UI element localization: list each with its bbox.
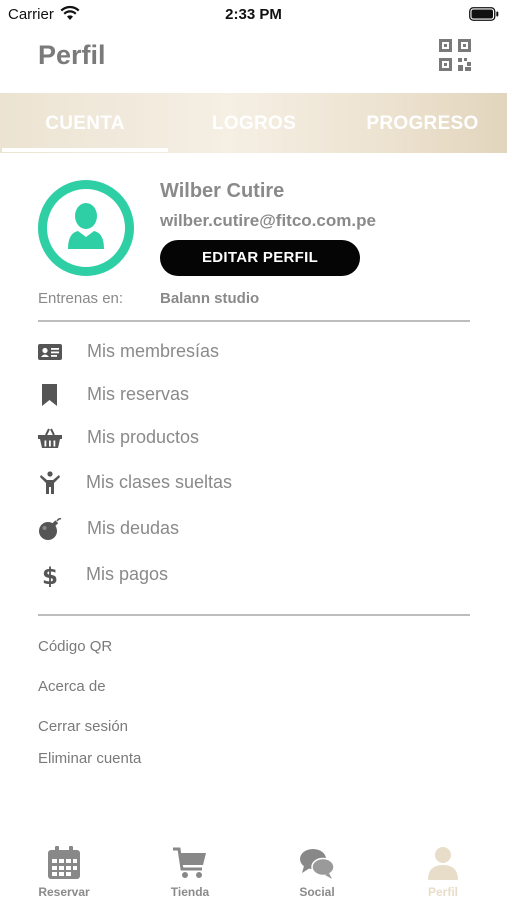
- menu-item-reservas[interactable]: Mis reservas: [38, 379, 470, 413]
- tab-logros[interactable]: LOGROS: [170, 93, 338, 153]
- id-card-icon: [38, 344, 62, 360]
- user-email: wilber.cutire@fitco.com.pe: [160, 211, 376, 230]
- menu-item-clases-sueltas[interactable]: Mis clases sueltas: [38, 467, 470, 501]
- basket-icon: [38, 428, 62, 448]
- dollar-icon: $: [42, 564, 58, 587]
- menu-label: Mis clases sueltas: [86, 472, 233, 492]
- nav-perfil[interactable]: Perfil: [383, 840, 503, 900]
- menu-item-deudas[interactable]: Mis deudas: [38, 513, 470, 547]
- nav-label: Perfil: [427, 885, 458, 899]
- user-name: Wilber Cutire: [160, 180, 285, 202]
- divider: [38, 320, 470, 322]
- menu-item-membresias[interactable]: Mis membresías: [38, 336, 470, 370]
- about-link[interactable]: Acerca de: [38, 678, 106, 695]
- logout-link[interactable]: Cerrar sesión: [38, 718, 128, 735]
- bookmark-icon: [42, 384, 57, 406]
- menu-label: Mis membresías: [87, 341, 220, 361]
- menu-item-productos[interactable]: Mis productos: [38, 422, 470, 456]
- bottom-nav: Reservar Tienda Social Perfil: [0, 840, 507, 900]
- tab-cuenta[interactable]: CUENTA: [0, 93, 170, 153]
- chat-bubbles-icon: [300, 849, 335, 879]
- user-silhouette-icon: [68, 203, 104, 249]
- edit-profile-button[interactable]: EDITAR PERFIL: [160, 240, 360, 276]
- bomb-icon: [39, 518, 62, 540]
- battery-icon: [469, 7, 499, 21]
- gym-label: Entrenas en:: [38, 290, 124, 307]
- calendar-icon: [48, 846, 80, 879]
- clock: 2:33 PM: [225, 6, 282, 23]
- user-icon: [428, 847, 458, 880]
- menu-label: Mis productos: [87, 427, 200, 447]
- qr-code-link[interactable]: Código QR: [38, 638, 112, 655]
- cart-icon: [173, 847, 206, 878]
- nav-label: Social: [299, 885, 335, 899]
- avatar[interactable]: [38, 180, 134, 276]
- menu-item-pagos[interactable]: $ Mis pagos: [38, 559, 470, 593]
- divider: [38, 614, 470, 616]
- nav-label: Reservar: [38, 885, 90, 899]
- gym-name: Balann studio: [160, 290, 260, 307]
- person-icon: [40, 471, 60, 494]
- delete-account-link[interactable]: Eliminar cuenta: [38, 750, 141, 767]
- nav-social[interactable]: Social: [257, 840, 377, 900]
- menu-label: Mis deudas: [87, 518, 180, 538]
- nav-reservar[interactable]: Reservar: [4, 840, 124, 900]
- menu-label: Mis pagos: [86, 564, 169, 584]
- page-title: Perfil: [38, 40, 106, 70]
- tab-progreso[interactable]: PROGRESO: [338, 93, 507, 153]
- svg-text:$: $: [42, 564, 58, 587]
- status-bar: Carrier 2:33 PM: [0, 0, 507, 30]
- qr-code-icon[interactable]: [438, 38, 472, 72]
- nav-tienda[interactable]: Tienda: [130, 840, 250, 900]
- active-tab-indicator: [2, 148, 168, 152]
- tab-bar: CUENTA LOGROS PROGRESO: [0, 93, 507, 153]
- nav-label: Tienda: [170, 885, 210, 899]
- menu-label: Mis reservas: [87, 384, 190, 404]
